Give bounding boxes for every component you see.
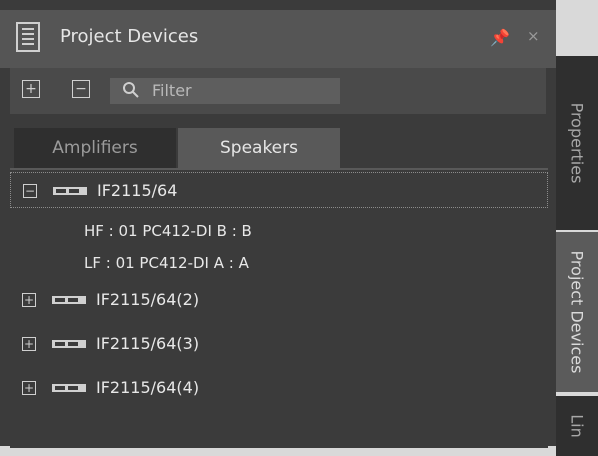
tree-toggle-collapse[interactable]: − [23, 184, 37, 198]
tree-item-label: IF2115/64(3) [96, 334, 200, 353]
filter-input[interactable]: Filter [110, 78, 340, 104]
project-devices-panel: Project Devices 📌 × + − Filter Amplifier… [0, 0, 557, 448]
collapse-all-button[interactable]: − [72, 80, 90, 98]
speaker-device-icon [52, 340, 86, 348]
tree-toggle-expand[interactable]: + [22, 293, 36, 307]
tree-item-label: IF2115/64 [97, 181, 178, 200]
side-tab-strip: Properties Project Devices Lin [556, 0, 598, 456]
side-tab-project-devices[interactable]: Project Devices [556, 232, 598, 392]
search-icon [123, 82, 139, 98]
tree-item-if2115-64-4[interactable]: + IF2115/64(4) [10, 370, 548, 406]
close-icon[interactable]: × [527, 27, 540, 45]
tree-item-label: IF2115/64(4) [96, 378, 200, 397]
filter-placeholder: Filter [152, 81, 192, 100]
speaker-device-icon [52, 296, 86, 304]
side-tab-label: Properties [567, 102, 587, 184]
tree-item-label: IF2115/64(2) [96, 290, 200, 309]
speaker-device-icon [52, 384, 86, 392]
tab-speakers[interactable]: Speakers [178, 128, 340, 168]
document-list-icon [16, 22, 40, 52]
side-tab-properties[interactable]: Properties [556, 56, 598, 230]
speaker-device-icon [53, 187, 87, 195]
tree-toggle-expand[interactable]: + [22, 337, 36, 351]
tree-child-hf[interactable]: HF : 01 PC412-DI B : B [84, 222, 252, 240]
tree-item-if2115-64-3[interactable]: + IF2115/64(3) [10, 326, 548, 362]
tab-amplifiers[interactable]: Amplifiers [14, 128, 176, 168]
side-tab-lin[interactable]: Lin [556, 396, 598, 456]
tree-toggle-expand[interactable]: + [22, 381, 36, 395]
side-tab-label: Lin [567, 414, 587, 438]
toolbar: + − Filter [10, 68, 546, 114]
expand-all-button[interactable]: + [22, 80, 40, 98]
tree-item-if2115-64[interactable]: − IF2115/64 [10, 172, 548, 208]
side-tab-label: Project Devices [567, 250, 587, 374]
panel-titlebar: Project Devices 📌 × [0, 10, 556, 68]
tree-child-lf[interactable]: LF : 01 PC412-DI A : A [84, 254, 249, 272]
pin-icon[interactable]: 📌 [490, 28, 510, 47]
tree-item-if2115-64-2[interactable]: + IF2115/64(2) [10, 282, 548, 318]
speaker-tree: − IF2115/64 HF : 01 PC412-DI B : B LF : … [10, 168, 548, 448]
panel-title: Project Devices [60, 26, 199, 47]
